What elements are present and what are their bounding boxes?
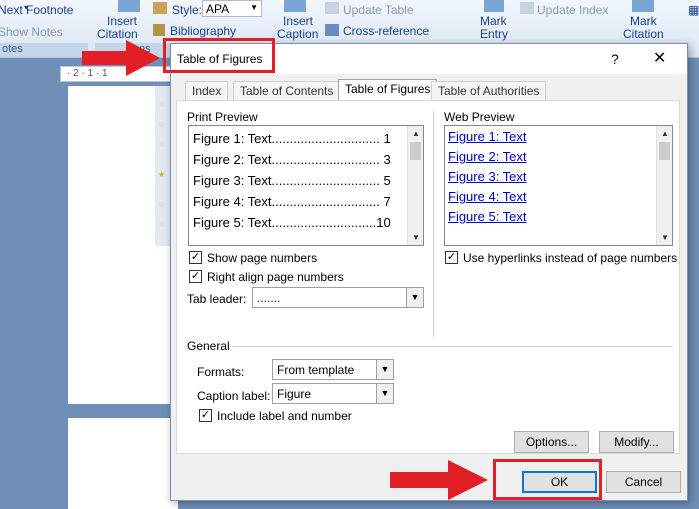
- tab-leader-label: Tab leader:: [187, 292, 247, 306]
- formats-label: Formats:: [197, 365, 245, 379]
- citation-icon: [118, 0, 140, 12]
- caption-label-label: Caption label:: [197, 389, 271, 403]
- bibliography-button[interactable]: Bibliography: [170, 24, 236, 38]
- chevron-down-icon: ▼: [376, 360, 393, 379]
- dropdown-icon: ▾: [24, 3, 29, 12]
- insert-citation-button[interactable]: Insert: [107, 14, 137, 28]
- list-item: Figure 5: Text..........................…: [193, 215, 391, 230]
- star-icon: ☆: [158, 140, 166, 149]
- star-icon: ☆: [158, 220, 166, 229]
- cross-reference-icon: [325, 24, 339, 36]
- tab-table-of-figures[interactable]: Table of Figures: [338, 79, 438, 101]
- modify-button[interactable]: Modify...: [599, 431, 674, 453]
- hyperlink[interactable]: Figure 2: Text: [448, 149, 527, 164]
- include-label-text: Include label and number: [217, 409, 352, 423]
- print-preview-label: Print Preview: [187, 110, 258, 124]
- document-page[interactable]: [68, 418, 178, 509]
- caption-label-dropdown[interactable]: Figure ▼: [272, 383, 394, 404]
- right-align-checkbox[interactable]: ✓: [189, 270, 202, 283]
- insert-caption-button[interactable]: Insert: [283, 14, 313, 28]
- tab-index[interactable]: Index: [185, 81, 229, 100]
- style-icon: [153, 2, 167, 14]
- scroll-thumb[interactable]: [659, 142, 670, 160]
- mark-entry-button[interactable]: Mark: [480, 14, 507, 28]
- scrollbar[interactable]: ▲ ▼: [407, 126, 423, 245]
- list-item: Figure 1: Text..........................…: [193, 131, 391, 146]
- hyperlink[interactable]: Figure 5: Text: [448, 209, 527, 224]
- scroll-down-icon[interactable]: ▼: [412, 233, 420, 242]
- mark-entry-label: Entry: [480, 27, 509, 41]
- star-icon: ☆: [158, 200, 166, 209]
- mark-citation-button[interactable]: Mark: [630, 14, 657, 28]
- update-table-icon: [325, 2, 339, 14]
- hyperlink[interactable]: Figure 3: Text: [448, 169, 527, 184]
- list-item: Figure 3: Text..........................…: [193, 173, 391, 188]
- table-of-figures-dialog: Table of Figures ? ✕ Index Table of Cont…: [170, 43, 688, 501]
- divider: [233, 346, 673, 347]
- close-icon[interactable]: ✕: [653, 48, 666, 68]
- include-label-checkbox[interactable]: ✓: [199, 409, 212, 422]
- tab-leader-dropdown[interactable]: ....... ▼: [252, 287, 424, 308]
- chevron-down-icon: ▼: [406, 288, 423, 307]
- hyperlink[interactable]: Figure 4: Text: [448, 189, 527, 204]
- formats-dropdown[interactable]: From template ▼: [272, 359, 394, 380]
- insert-citation-label: Citation: [97, 27, 138, 41]
- insert-caption-label: Caption: [277, 27, 319, 41]
- title-highlight-box: [163, 38, 275, 73]
- tab-table-of-authorities[interactable]: Table of Authorities: [431, 81, 547, 100]
- show-page-numbers-checkbox[interactable]: ✓: [189, 251, 202, 264]
- scroll-up-icon[interactable]: ▲: [661, 129, 669, 138]
- web-preview-label: Web Preview: [444, 110, 515, 124]
- scroll-down-icon[interactable]: ▼: [661, 233, 669, 242]
- update-icon: ▦: [688, 3, 699, 17]
- divider: [433, 111, 434, 337]
- update-index-button[interactable]: Update Index: [537, 3, 608, 17]
- tab-panel: Print Preview Figure 1: Text............…: [176, 100, 680, 454]
- footnotes-group-label: otes: [0, 43, 88, 57]
- use-hyperlinks-label: Use hyperlinks instead of page numbers: [463, 251, 678, 265]
- bibliography-icon: [153, 24, 165, 36]
- general-label: General: [187, 339, 230, 353]
- right-align-label: Right align page numbers: [207, 270, 344, 284]
- arrow-icon: [82, 40, 160, 76]
- scrollbar[interactable]: ▲ ▼: [656, 126, 672, 245]
- ok-highlight-box: [493, 459, 602, 500]
- cross-reference-button[interactable]: Cross-reference: [343, 24, 429, 38]
- use-hyperlinks-checkbox[interactable]: ✓: [445, 251, 458, 264]
- star-icon: ☆: [158, 100, 166, 109]
- scroll-up-icon[interactable]: ▲: [412, 129, 420, 138]
- list-item: Figure 2: Text..........................…: [193, 152, 391, 167]
- help-button[interactable]: ?: [611, 51, 619, 67]
- list-item: Figure 4: Text..........................…: [193, 194, 391, 209]
- scroll-thumb[interactable]: [410, 142, 421, 160]
- chevron-down-icon: ▼: [250, 3, 258, 12]
- mark-entry-icon: [484, 0, 504, 12]
- star-icon: ★: [158, 170, 166, 179]
- next-footnote-button[interactable]: Next Footnote: [0, 3, 73, 17]
- update-table-button[interactable]: Update Table: [343, 3, 414, 17]
- arrow-icon: [390, 460, 488, 500]
- star-icon: ☆: [158, 120, 166, 129]
- print-preview-list[interactable]: Figure 1: Text..........................…: [188, 125, 424, 246]
- chevron-down-icon: ▼: [376, 384, 393, 403]
- style-dropdown[interactable]: APA ▼: [202, 0, 262, 17]
- show-page-numbers-label: Show page numbers: [207, 251, 318, 265]
- mark-citation-label: Citation: [623, 27, 664, 41]
- caption-icon: [284, 0, 306, 12]
- hyperlink[interactable]: Figure 1: Text: [448, 129, 527, 144]
- options-button[interactable]: Options...: [514, 431, 589, 453]
- update-index-icon: [520, 2, 534, 14]
- mark-citation-icon: [632, 0, 654, 12]
- tab-table-of-contents[interactable]: Table of Contents: [233, 81, 341, 100]
- web-preview-list[interactable]: Figure 1: Text Figure 2: Text Figure 3: …: [444, 125, 673, 246]
- style-label: Style:: [172, 3, 203, 17]
- show-notes-button[interactable]: Show Notes: [0, 25, 63, 39]
- cancel-button[interactable]: Cancel: [606, 471, 681, 493]
